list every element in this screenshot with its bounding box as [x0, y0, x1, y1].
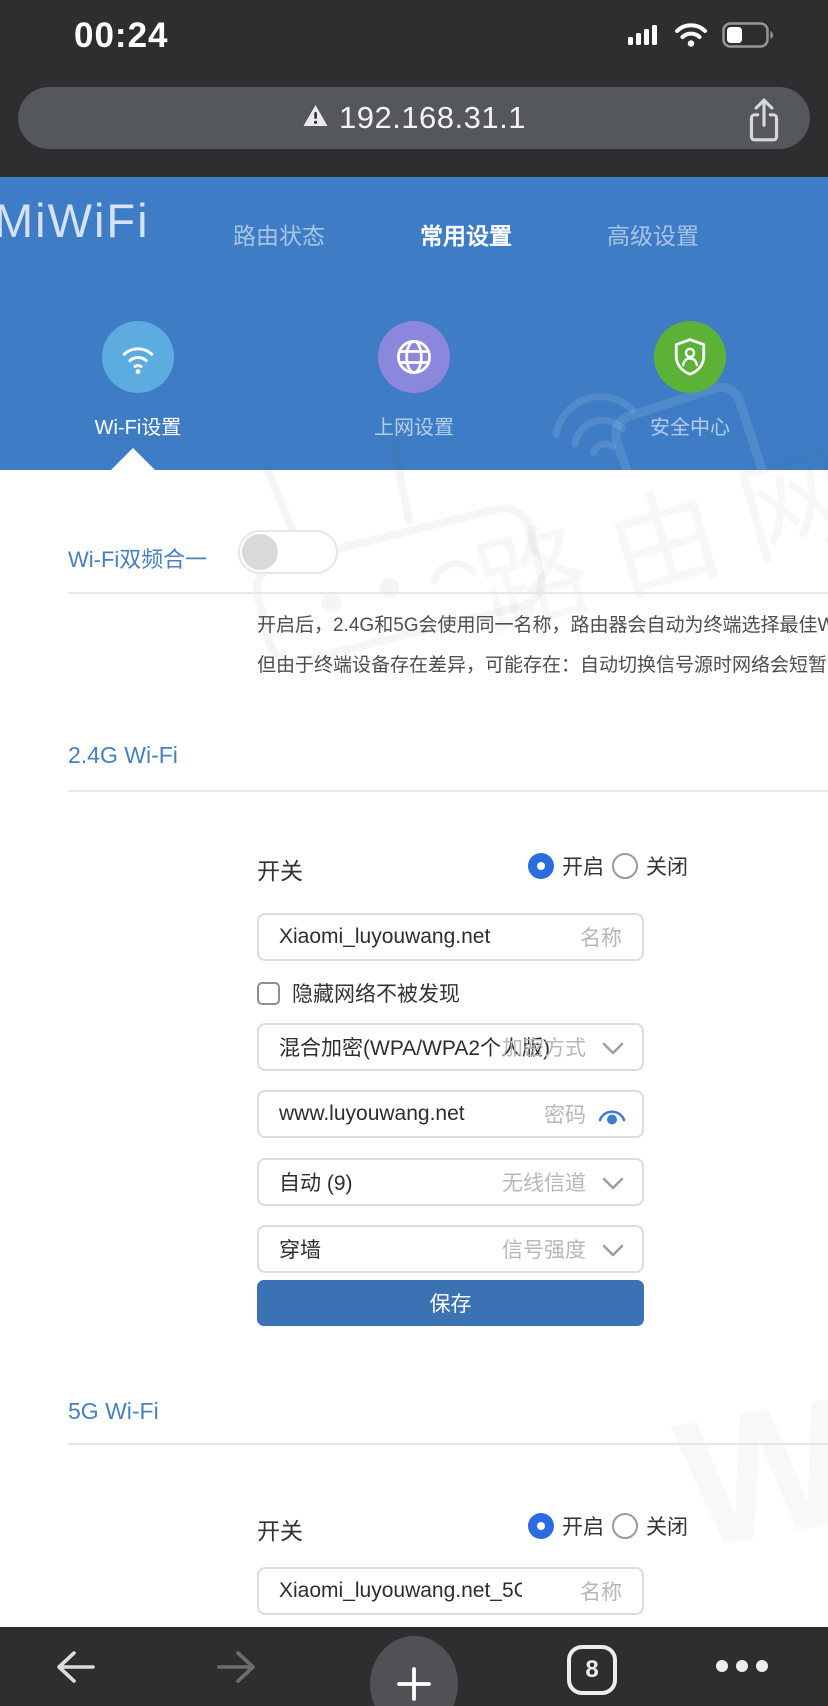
channel-field-label: 无线信道: [502, 1172, 586, 1195]
forward-button[interactable]: [206, 1627, 266, 1706]
encryption-field-label: 加密方式: [502, 1037, 586, 1060]
chevron-down-icon: [602, 1244, 624, 1263]
password-field-label: 密码: [544, 1104, 586, 1127]
divider: [68, 790, 828, 792]
channel-select[interactable]: 自动 (9) 无线信道: [257, 1158, 644, 1206]
tabs-button[interactable]: 8: [567, 1645, 617, 1695]
screen: 00:24 192.168.31.1 MiWiFi 路由状态 常用设置 高级设置…: [0, 0, 828, 1706]
ssid-24g-field: 名称: [257, 913, 644, 961]
quick-item-internet-settings[interactable]: 上网设置: [276, 321, 552, 440]
wifi-settings-page: Wi-Fi双频合一 开启后，2.4G和5G会使用同一名称，路由器会自动为终端选择…: [0, 470, 828, 1627]
section-title-24g: 2.4G Wi-Fi: [68, 742, 178, 768]
radio-24g-off[interactable]: [612, 853, 638, 879]
browser-toolbar: 8: [0, 1627, 828, 1706]
address-bar[interactable]: 192.168.31.1: [18, 87, 810, 149]
quick-label-wifi-settings: Wi-Fi设置: [94, 417, 182, 439]
menu-button[interactable]: [716, 1660, 768, 1672]
cellular-signal-icon: [628, 23, 660, 52]
new-tab-button[interactable]: [370, 1636, 458, 1706]
quick-label-internet-settings: 上网设置: [374, 417, 454, 439]
quick-item-security-center[interactable]: 安全中心: [552, 321, 828, 440]
show-password-eye-icon[interactable]: [596, 1105, 628, 1132]
radio-24g-on[interactable]: [528, 853, 554, 879]
battery-icon: [722, 22, 774, 53]
chevron-down-icon: [602, 1177, 624, 1196]
tab-count: 8: [585, 1656, 599, 1683]
section-title-5g: 5G Wi-Fi: [68, 1398, 159, 1424]
toggle-knob: [242, 534, 278, 570]
url-text: 192.168.31.1: [338, 100, 526, 135]
dual-band-description-line2: 但由于终端设备存在差异，可能存在：自动切换信号源时网络会短暂中断，甚至: [257, 655, 828, 676]
hide-network-row: 隐藏网络不被发现: [257, 978, 460, 1008]
not-secure-warning-icon: [302, 103, 329, 133]
tab-advanced-settings[interactable]: 高级设置: [607, 217, 699, 251]
tab-router-status[interactable]: 路由状态: [233, 217, 325, 251]
switch-24g-label: 开关: [257, 858, 303, 884]
radio-24g-on-label[interactable]: 开启: [562, 851, 604, 881]
quick-nav: Wi-Fi设置 上网设置 安全中心: [0, 321, 828, 440]
radio-5g-on[interactable]: [528, 1513, 554, 1539]
active-tab-notch: [111, 448, 155, 470]
switch-5g-radio-group: 开启 关闭: [528, 1511, 688, 1541]
internet-settings-icon: [378, 321, 450, 393]
channel-value: 自动 (9): [279, 1172, 353, 1195]
status-icons: [628, 22, 774, 53]
hide-network-label: 隐藏网络不被发现: [292, 983, 460, 1006]
browser-top-bar: 00:24 192.168.31.1: [0, 0, 828, 177]
strength-field-label: 信号强度: [502, 1239, 586, 1262]
radio-24g-off-label[interactable]: 关闭: [646, 851, 688, 881]
radio-5g-on-label[interactable]: 开启: [562, 1511, 604, 1541]
dual-band-toggle[interactable]: [238, 530, 338, 574]
miwifi-logo: MiWiFi: [0, 194, 150, 247]
quick-item-wifi-settings[interactable]: Wi-Fi设置: [0, 321, 276, 440]
wifi-status-icon: [674, 22, 708, 53]
strength-value: 穿墙: [279, 1239, 321, 1262]
password-24g-field: 密码: [257, 1090, 644, 1138]
security-center-icon: [654, 321, 726, 393]
quick-label-security-center: 安全中心: [650, 417, 730, 439]
dual-band-label: Wi-Fi双频合一: [68, 547, 208, 572]
divider: [68, 1443, 828, 1445]
divider: [68, 592, 828, 594]
ssid-5g-field: 名称: [257, 1567, 644, 1615]
encryption-select[interactable]: 混合加密(WPA/WPA2个人版) 加密方式: [257, 1023, 644, 1071]
ssid-5g-field-label: 名称: [580, 1581, 622, 1604]
back-button[interactable]: [46, 1627, 106, 1706]
switch-24g-radio-group: 开启 关闭: [528, 851, 688, 881]
dual-band-description-line1: 开启后，2.4G和5G会使用同一名称，路由器会自动为终端选择最佳WiFi网络，支: [257, 615, 828, 636]
miwifi-header: MiWiFi 路由状态 常用设置 高级设置 Wi-Fi设置 上网设置 安全中心: [0, 177, 828, 470]
switch-5g-label: 开关: [257, 1518, 303, 1544]
status-time: 00:24: [74, 16, 169, 55]
nav-tabs: 路由状态 常用设置 高级设置: [233, 217, 699, 251]
share-icon[interactable]: [744, 97, 784, 143]
wifi-settings-icon: [102, 321, 174, 393]
save-button[interactable]: 保存: [257, 1280, 644, 1326]
chevron-down-icon: [602, 1042, 624, 1061]
hide-network-checkbox[interactable]: [257, 981, 280, 1005]
ssid-24g-field-label: 名称: [580, 927, 622, 950]
radio-5g-off[interactable]: [612, 1513, 638, 1539]
strength-select[interactable]: 穿墙 信号强度: [257, 1225, 644, 1273]
radio-5g-off-label[interactable]: 关闭: [646, 1511, 688, 1541]
tab-common-settings[interactable]: 常用设置: [420, 217, 512, 251]
